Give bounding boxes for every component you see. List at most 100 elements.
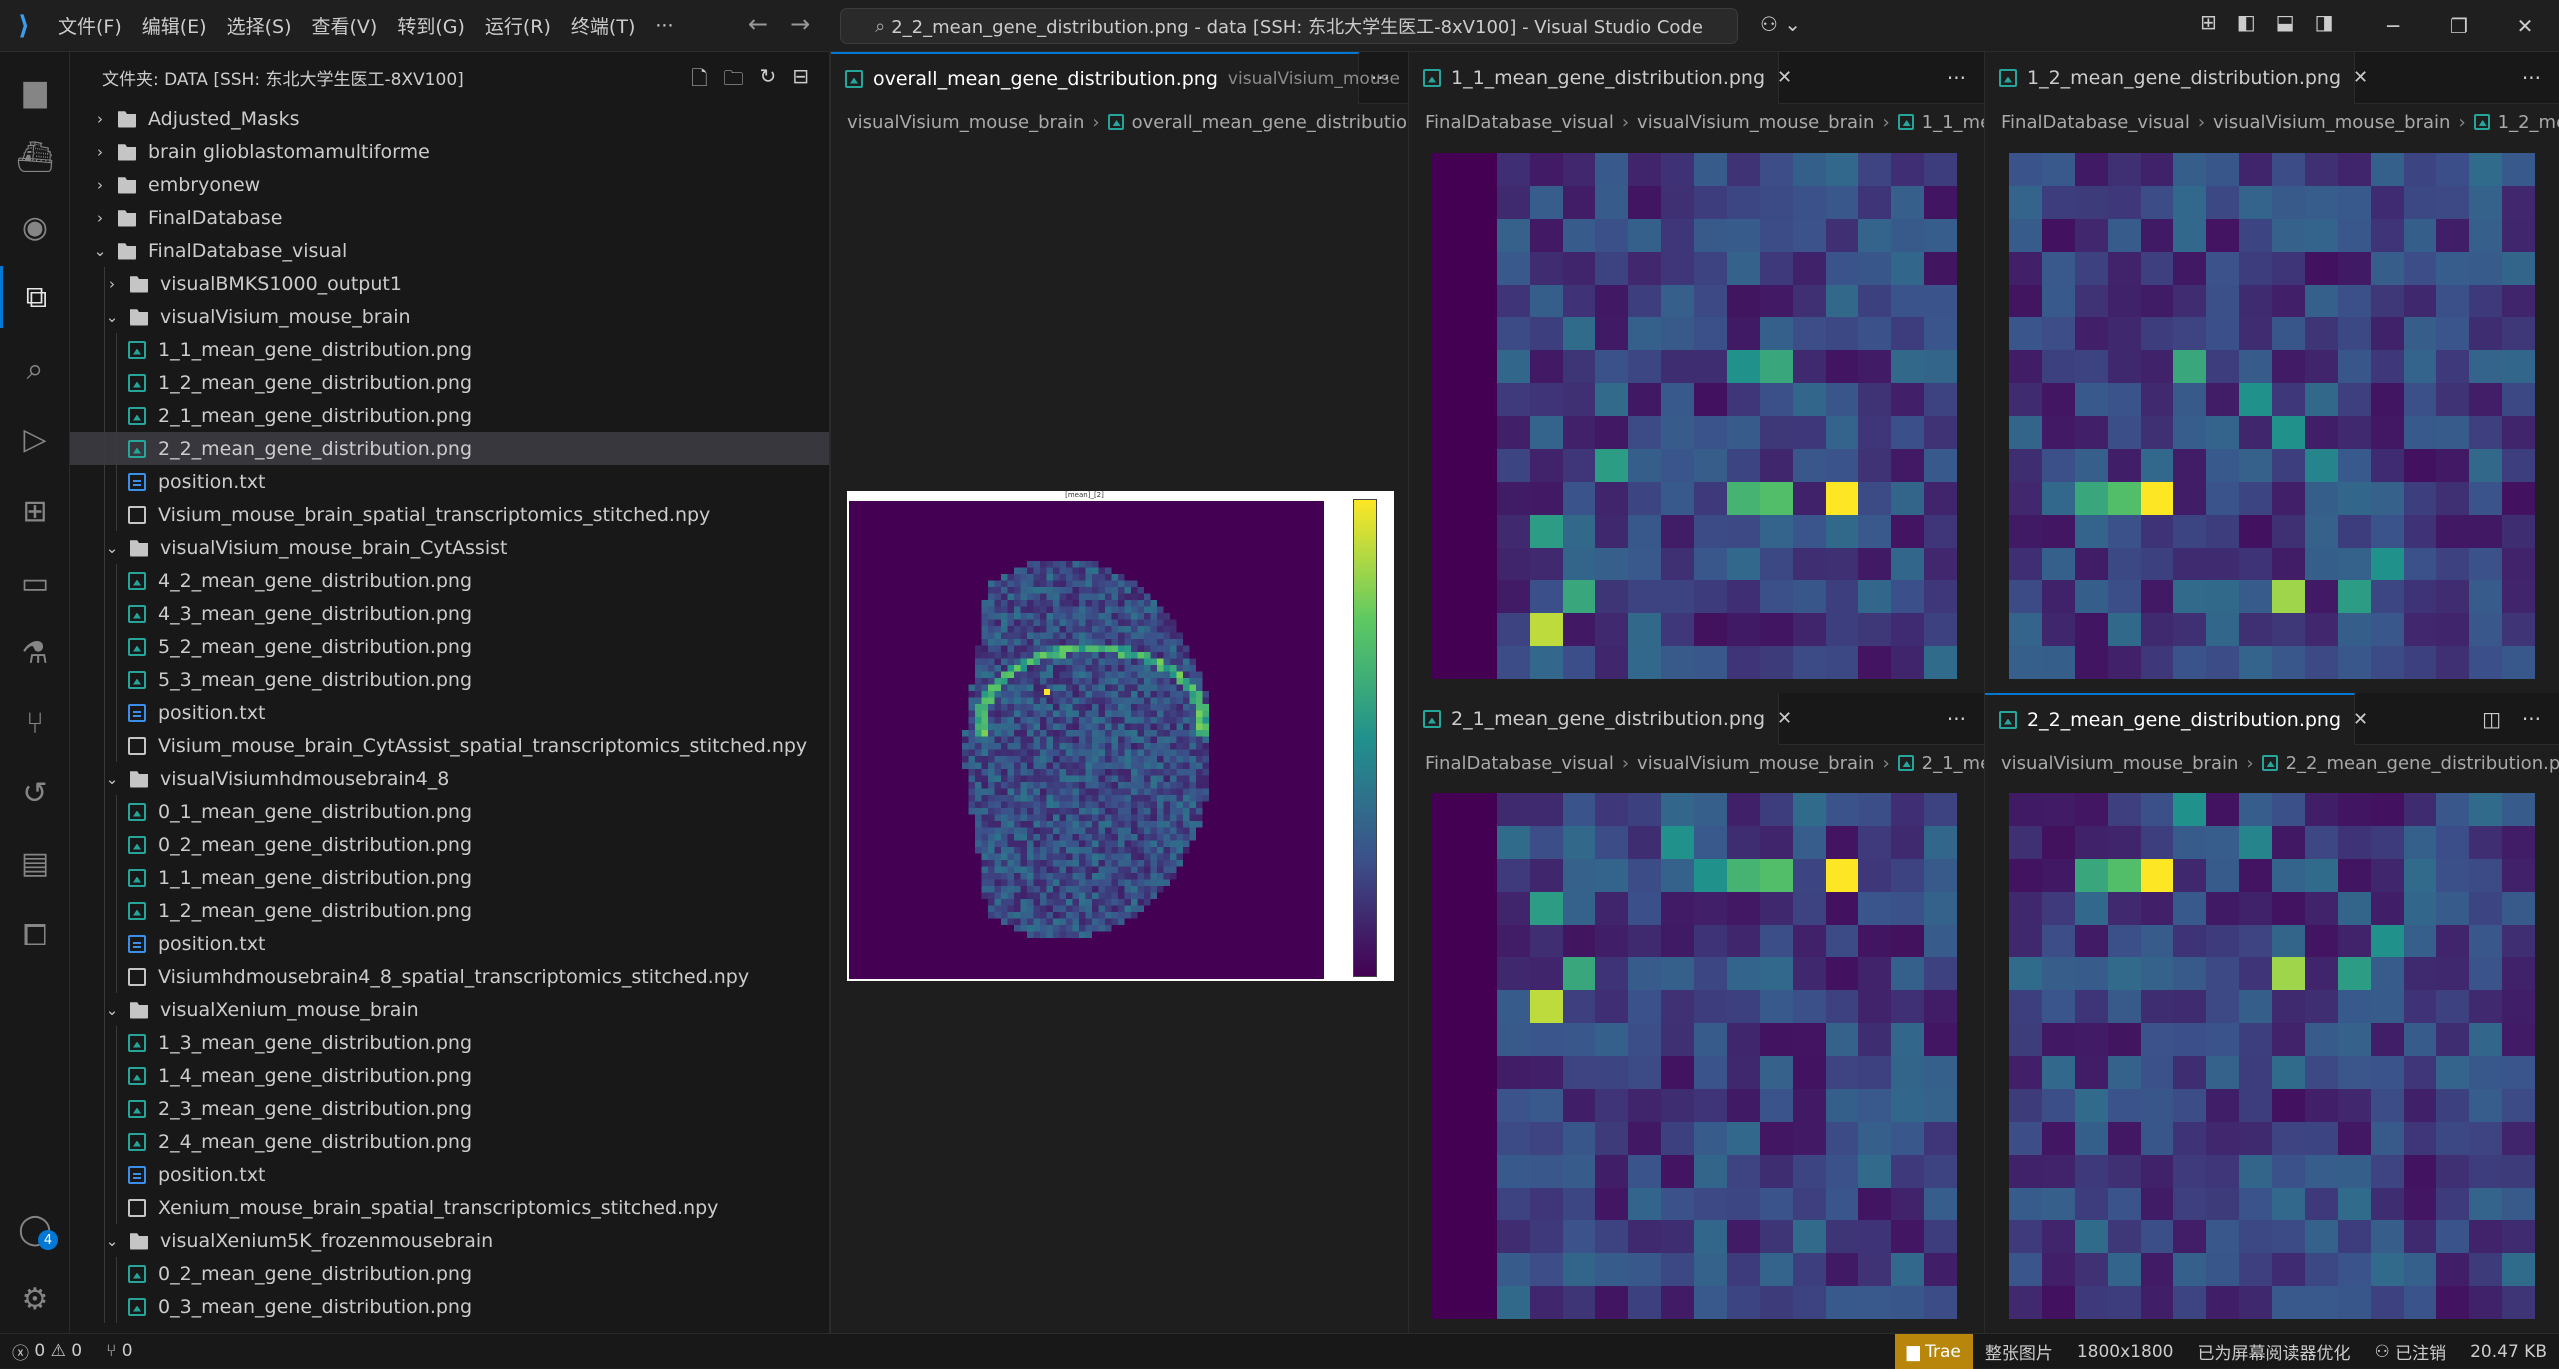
menu-item[interactable]: 终端(T) xyxy=(561,6,645,45)
tree-folder[interactable]: ⌄ visualXenium_mouse_brain xyxy=(70,993,829,1026)
tree-file[interactable]: 2_1_mean_gene_distribution.png xyxy=(70,399,829,432)
customize-layout-icon[interactable]: ⊞ xyxy=(2200,10,2217,34)
more-actions-icon[interactable]: ··· xyxy=(1371,66,1390,90)
book-icon[interactable]: ▤ xyxy=(0,832,70,894)
tree-file[interactable]: 5_3_mean_gene_distribution.png xyxy=(70,663,829,696)
tree-folder[interactable]: ⌄ FinalDatabase_visual xyxy=(70,234,829,267)
tree-file[interactable]: 1_3_mean_gene_distribution.png xyxy=(70,1026,829,1059)
breadcrumb-item[interactable]: 1_1_mea xyxy=(1922,112,1984,133)
tree-file[interactable]: 1_2_mean_gene_distribution.png xyxy=(70,894,829,927)
tree-folder[interactable]: › embryonew xyxy=(70,168,829,201)
tab-overall[interactable]: overall_mean_gene_distribution.png visua… xyxy=(831,52,1400,104)
menu-item[interactable]: 查看(V) xyxy=(302,6,388,45)
search-icon[interactable]: ⌕ xyxy=(0,338,70,400)
back-arrow-icon[interactable]: ← xyxy=(748,10,768,38)
close-window-icon[interactable]: ✕ xyxy=(2492,6,2558,46)
collapse-all-icon[interactable]: ⊟ xyxy=(792,64,809,98)
restore-icon[interactable]: ❐ xyxy=(2426,6,2492,46)
breadcrumb-item[interactable]: visualVisium_mouse_brain xyxy=(2001,753,2238,774)
tree-folder[interactable]: › Adjusted_Masks xyxy=(70,102,829,135)
command-center[interactable]: ⌕ 2_2_mean_gene_distribution.png - data … xyxy=(840,8,1738,44)
breadcrumb-item[interactable]: visualVisium_mouse_brain xyxy=(847,112,1084,133)
menu-item[interactable]: 编辑(E) xyxy=(132,6,217,45)
run-debug-icon[interactable]: ▷ xyxy=(0,408,70,470)
toggle-sidebar-icon[interactable]: ◧ xyxy=(2237,10,2256,34)
forward-arrow-icon[interactable]: → xyxy=(790,10,810,38)
more-actions-icon[interactable]: ··· xyxy=(2522,707,2541,731)
remote-icon[interactable]: ▭ xyxy=(0,552,70,614)
accounts-icon[interactable]: ◯ 4 xyxy=(0,1198,70,1260)
containers-icon[interactable]: ⧠ xyxy=(0,904,70,966)
image-preview-2-2[interactable] xyxy=(2009,793,2535,1319)
tree-file[interactable]: Visiumhdmousebrain4_8_spatial_transcript… xyxy=(70,960,829,993)
image-preview-1-1[interactable] xyxy=(1431,153,1957,679)
menu-item[interactable]: 运行(R) xyxy=(475,6,561,45)
extensions-icon[interactable]: ⊞ xyxy=(0,480,70,542)
breadcrumb-item[interactable]: 2_1_mea xyxy=(1922,753,1984,774)
tree-file[interactable]: 0_1_mean_gene_distribution.png xyxy=(70,795,829,828)
new-file-icon[interactable]: 🗋 xyxy=(691,64,707,98)
more-actions-icon[interactable]: ··· xyxy=(2522,66,2541,90)
menu-item[interactable]: 转到(G) xyxy=(387,6,475,45)
more-actions-icon[interactable]: ··· xyxy=(1947,66,1966,90)
tree-file[interactable]: Visium_mouse_brain_CytAssist_spatial_tra… xyxy=(70,729,829,762)
tree-file[interactable]: 2_4_mean_gene_distribution.png xyxy=(70,1125,829,1158)
menu-item[interactable]: ··· xyxy=(645,9,683,43)
toggle-secondary-sidebar-icon[interactable]: ◨ xyxy=(2315,10,2334,34)
tree-folder[interactable]: ⌄ visualVisiumhdmousebrain4_8 xyxy=(70,762,829,795)
trae-status[interactable]: ▆ Trae xyxy=(1894,1334,1973,1369)
tree-file[interactable]: 1_1_mean_gene_distribution.png xyxy=(70,861,829,894)
tree-folder[interactable]: ⌄ visualXenium5K_frozenmousebrain xyxy=(70,1224,829,1257)
breadcrumb-item[interactable]: 1_2_me xyxy=(2498,112,2559,133)
screen-reader-status[interactable]: 已为屏幕阅读器优化 xyxy=(2185,1334,2362,1369)
breadcrumb-item[interactable]: FinalDatabase_visual xyxy=(1425,753,1614,774)
tree-folder[interactable]: ⌄ visualVisium_mouse_brain xyxy=(70,300,829,333)
more-actions-icon[interactable]: ··· xyxy=(1947,707,1966,731)
ports-status[interactable]: ⑂ 0 xyxy=(94,1334,144,1369)
tree-file[interactable]: 1_1_mean_gene_distribution.png xyxy=(70,333,829,366)
tab-2-2[interactable]: 2_2_mean_gene_distribution.png ✕ xyxy=(1985,693,2368,745)
new-folder-icon[interactable]: 🗀 xyxy=(723,64,743,98)
menu-item[interactable]: 选择(S) xyxy=(217,6,302,45)
image-mode[interactable]: 整张图片 xyxy=(1973,1334,2065,1369)
account-status[interactable]: ⚇ 已注销 xyxy=(2362,1334,2458,1369)
tree-file[interactable]: 2_3_mean_gene_distribution.png xyxy=(70,1092,829,1125)
breadcrumb-item[interactable]: visualVisium_mouse_brain xyxy=(1637,112,1874,133)
docker-icon[interactable]: ⛴ xyxy=(0,126,70,188)
tree-file[interactable]: 0_3_mean_gene_distribution.png xyxy=(70,1290,829,1323)
tab-2-1[interactable]: 2_1_mean_gene_distribution.png ✕ xyxy=(1409,693,1792,745)
settings-gear-icon[interactable]: ⚙ xyxy=(0,1268,70,1330)
breadcrumb-item[interactable]: FinalDatabase_visual xyxy=(2001,112,2190,133)
close-tab-icon[interactable]: ✕ xyxy=(2353,67,2368,88)
tree-folder[interactable]: › visualBMKS1000_output1 xyxy=(70,267,829,300)
timeline-icon[interactable]: ↺ xyxy=(0,762,70,824)
image-preview-2-1[interactable] xyxy=(1431,793,1957,1319)
refresh-icon[interactable]: ↻ xyxy=(759,64,776,98)
tree-file[interactable]: position.txt xyxy=(70,1158,829,1191)
github-icon[interactable]: ◉ xyxy=(0,196,70,258)
split-editor-icon[interactable]: ◫ xyxy=(2482,707,2501,731)
close-tab-icon[interactable]: ✕ xyxy=(2353,709,2368,730)
testing-icon[interactable]: ⚗ xyxy=(0,622,70,684)
tree-file[interactable]: 0_2_mean_gene_distribution.png xyxy=(70,1257,829,1290)
tree-file[interactable]: 5_2_mean_gene_distribution.png xyxy=(70,630,829,663)
copilot-icon[interactable]: ⚇ ⌄ xyxy=(1760,12,1801,36)
breadcrumb-item[interactable]: visualVisium_mouse_brain xyxy=(2213,112,2450,133)
menu-item[interactable]: 文件(F) xyxy=(48,6,132,45)
tree-file[interactable]: 4_2_mean_gene_distribution.png xyxy=(70,564,829,597)
source-control-icon[interactable]: ⑂ xyxy=(0,692,70,754)
close-tab-icon[interactable]: ✕ xyxy=(1777,67,1792,88)
close-tab-icon[interactable]: ✕ xyxy=(1777,708,1792,729)
tree-file[interactable]: 2_2_mean_gene_distribution.png xyxy=(70,432,829,465)
tree-file[interactable]: Visium_mouse_brain_spatial_transcriptomi… xyxy=(70,498,829,531)
tree-file[interactable]: 1_2_mean_gene_distribution.png xyxy=(70,366,829,399)
breadcrumb-item[interactable]: visualVisium_mouse_brain xyxy=(1637,753,1874,774)
remote-explorer-icon[interactable]: ▆ xyxy=(0,60,70,122)
breadcrumb-item[interactable]: FinalDatabase_visual xyxy=(1425,112,1614,133)
problems-status[interactable]: ⓧ 0 ⚠ 0 xyxy=(0,1334,94,1369)
tree-file[interactable]: position.txt xyxy=(70,927,829,960)
explorer-icon[interactable]: ⧉ xyxy=(0,266,70,328)
tab-1-2[interactable]: 1_2_mean_gene_distribution.png ✕ xyxy=(1985,52,2368,104)
image-preview-1-2[interactable] xyxy=(2009,153,2535,679)
breadcrumb-item[interactable]: 2_2_mean_gene_distribution.png xyxy=(2286,753,2559,774)
